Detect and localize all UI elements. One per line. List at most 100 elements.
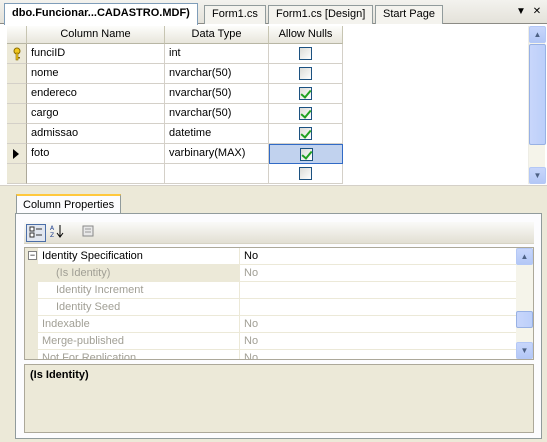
allow-nulls-checkbox[interactable] (299, 67, 312, 80)
allow-nulls-checkbox[interactable] (299, 127, 312, 140)
scroll-thumb[interactable] (516, 311, 533, 328)
property-value[interactable]: No (240, 333, 517, 350)
property-grid: − Identity Specification No (Is Identity) No… (24, 247, 534, 360)
row-selector[interactable] (7, 84, 27, 104)
property-pages-icon[interactable] (78, 224, 98, 242)
property-value[interactable]: No (240, 350, 517, 359)
allow-nulls-cell (269, 84, 343, 104)
property-margin (25, 299, 38, 316)
allow-nulls-checkbox[interactable] (300, 148, 313, 161)
property-margin (25, 350, 38, 359)
data-type-header[interactable]: Data Type (165, 26, 269, 44)
properties-body: AZ − Identity Specification No (Is Identity… (15, 213, 542, 439)
table-row[interactable]: nome nvarchar(50) (7, 64, 343, 84)
column-name-cell[interactable]: funciID (27, 44, 165, 64)
allow-nulls-cell (269, 124, 343, 144)
table-row[interactable]: foto varbinary(MAX) (7, 144, 343, 164)
categorized-icon[interactable] (26, 224, 46, 242)
row-selector[interactable] (7, 44, 27, 64)
property-value[interactable]: No (240, 316, 517, 333)
table-row[interactable]: endereco nvarchar(50) (7, 84, 343, 104)
column-name-cell[interactable]: cargo (27, 104, 165, 124)
column-properties-panel: Column Properties AZ − Identity Specifica… (0, 191, 547, 442)
table-row[interactable]: funciID int (7, 44, 343, 64)
allow-nulls-checkbox[interactable] (299, 167, 312, 180)
property-name[interactable]: Identity Specification (38, 248, 240, 265)
row-selector[interactable] (7, 164, 27, 184)
document-tab-strip: dbo.Funcionar...CADASTRO.MDF) Form1.cs F… (0, 0, 547, 25)
table-row[interactable]: admissao datetime (7, 124, 343, 144)
data-type-cell[interactable]: int (165, 44, 269, 64)
tab-form1-design[interactable]: Form1.cs [Design] (268, 5, 374, 24)
property-row[interactable]: − Identity Specification No (25, 248, 517, 265)
table-columns-grid: Column Name Data Type Allow Nulls funciI… (7, 26, 546, 184)
property-row[interactable]: Not For Replication No (25, 350, 517, 359)
svg-text:Z: Z (50, 232, 54, 238)
data-type-cell[interactable]: nvarchar(50) (165, 84, 269, 104)
property-name[interactable]: (Is Identity) (38, 265, 240, 282)
property-name[interactable]: Merge-published (38, 333, 240, 350)
svg-text:A: A (50, 225, 55, 232)
allow-nulls-checkbox[interactable] (299, 87, 312, 100)
current-row-arrow-icon (13, 149, 19, 159)
allow-nulls-header[interactable]: Allow Nulls (269, 26, 343, 44)
row-selector[interactable] (7, 64, 27, 84)
tab-start-page[interactable]: Start Page (375, 5, 443, 24)
column-name-cell[interactable]: foto (27, 144, 165, 164)
collapse-minus-icon[interactable]: − (28, 251, 37, 260)
data-type-cell[interactable]: nvarchar(50) (165, 104, 269, 124)
property-value[interactable] (240, 282, 517, 299)
column-name-header[interactable]: Column Name (27, 26, 165, 44)
column-name-cell[interactable]: endereco (27, 84, 165, 104)
property-value[interactable]: No (240, 248, 517, 265)
column-name-cell[interactable] (27, 164, 165, 184)
tab-column-properties[interactable]: Column Properties (16, 194, 122, 214)
scroll-thumb[interactable] (529, 44, 546, 145)
property-margin (25, 282, 38, 299)
property-row[interactable]: (Is Identity) No (25, 265, 517, 282)
row-selector[interactable] (7, 104, 27, 124)
property-value[interactable]: No (240, 265, 517, 282)
tab-dropdown-icon[interactable]: ▼ (514, 5, 528, 19)
properties-toolbar: AZ (24, 222, 534, 244)
property-value[interactable] (240, 299, 517, 316)
property-row[interactable]: Identity Seed (25, 299, 517, 316)
allow-nulls-cell (269, 164, 343, 184)
scroll-down-arrow-icon[interactable]: ▼ (516, 342, 533, 359)
close-icon[interactable]: ✕ (530, 5, 544, 19)
row-selector-header (7, 26, 27, 44)
allow-nulls-checkbox[interactable] (299, 107, 312, 120)
allow-nulls-cell (269, 144, 343, 164)
data-type-cell[interactable]: varbinary(MAX) (165, 144, 269, 164)
row-selector[interactable] (7, 124, 27, 144)
property-row[interactable]: Merge-published No (25, 333, 517, 350)
data-type-cell[interactable] (165, 164, 269, 184)
property-name[interactable]: Indexable (38, 316, 240, 333)
scroll-up-arrow-icon[interactable]: ▲ (529, 26, 546, 43)
property-name[interactable]: Identity Increment (38, 282, 240, 299)
column-name-cell[interactable]: nome (27, 64, 165, 84)
property-margin: − (25, 248, 38, 265)
key-icon (13, 47, 21, 61)
table-row[interactable]: cargo nvarchar(50) (7, 104, 343, 124)
allow-nulls-cell (269, 44, 343, 64)
grid-vertical-scrollbar[interactable]: ▲ ▼ (528, 26, 546, 184)
property-grid-scrollbar[interactable]: ▲ ▼ (516, 248, 533, 359)
table-row[interactable] (7, 164, 343, 184)
property-row[interactable]: Identity Increment (25, 282, 517, 299)
alphabetical-icon[interactable]: AZ (48, 224, 68, 242)
data-type-cell[interactable]: datetime (165, 124, 269, 144)
allow-nulls-checkbox[interactable] (299, 47, 312, 60)
tab-form1-cs[interactable]: Form1.cs (204, 5, 266, 24)
row-selector[interactable] (7, 144, 27, 164)
scroll-down-arrow-icon[interactable]: ▼ (529, 167, 546, 184)
data-type-cell[interactable]: nvarchar(50) (165, 64, 269, 84)
allow-nulls-cell (269, 64, 343, 84)
tab-table-designer[interactable]: dbo.Funcionar...CADASTRO.MDF) (4, 3, 198, 25)
property-name[interactable]: Not For Replication (38, 350, 240, 359)
grid-rows: funciID int nome nvarchar(50) endereco nvarch… (7, 44, 343, 184)
column-name-cell[interactable]: admissao (27, 124, 165, 144)
property-row[interactable]: Indexable No (25, 316, 517, 333)
scroll-up-arrow-icon[interactable]: ▲ (516, 248, 533, 265)
property-name[interactable]: Identity Seed (38, 299, 240, 316)
